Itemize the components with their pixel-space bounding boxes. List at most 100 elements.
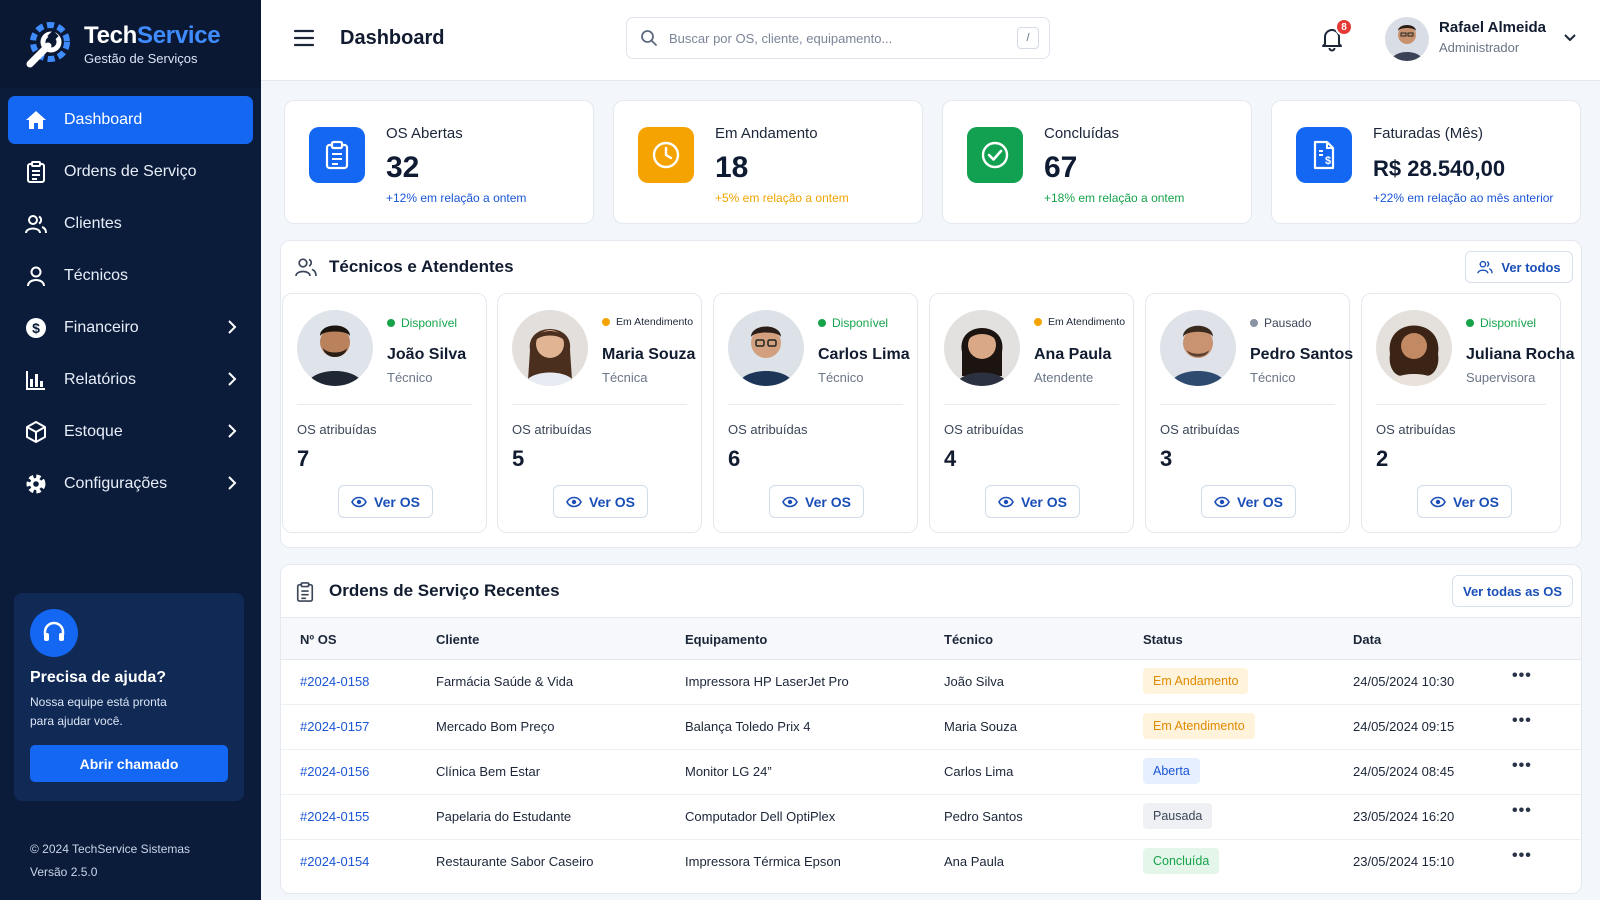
more-options-icon[interactable]: ••• [1512,802,1532,820]
avatar [728,310,804,386]
client-cell: Mercado Bom Preço [436,719,555,734]
status-indicator: Disponível [1466,316,1536,330]
technician-role: Técnico [387,370,433,385]
order-id-link[interactable]: #2024-0154 [300,854,369,869]
invoice-icon: $ [1313,140,1335,170]
order-id-link[interactable]: #2024-0157 [300,719,369,734]
column-header: Técnico [944,632,994,647]
stat-card-open[interactable]: OS Abertas 32 +12% em relação a ontem [284,100,594,224]
table-row[interactable]: #2024-0156 Clínica Bem Estar Monitor LG … [281,750,1581,795]
stat-title: Em Andamento [715,125,818,142]
avatar[interactable] [1385,17,1429,61]
technician-card[interactable]: Pausado Pedro Santos Técnico OS atribuíd… [1145,293,1353,533]
help-text: Nossa equipe está pronta para ajudar voc… [30,695,167,728]
sidebar-item-clientes[interactable]: Clientes [8,200,253,248]
view-all-technicians-button[interactable]: Ver todos [1465,251,1573,283]
stat-value: 67 [1044,151,1078,184]
view-orders-button[interactable]: Ver OS [338,485,433,518]
view-orders-button[interactable]: Ver OS [985,485,1080,518]
sidebar-item-financeiro[interactable]: $ Financeiro [8,304,253,352]
clipboard-icon [296,582,314,602]
stat-card-billed[interactable]: $ Faturadas (Mês) R$ 28.540,00 +22% em r… [1271,100,1581,224]
brand[interactable]: TechService Gestão de Serviços [0,0,261,88]
chevron-down-icon[interactable] [1563,33,1577,43]
more-options-icon[interactable]: ••• [1512,757,1532,775]
column-header: Nº OS [300,632,337,647]
assigned-label: OS atribuídas [1376,422,1456,437]
sidebar-item-estoque[interactable]: Estoque [8,408,253,456]
table-row[interactable]: #2024-0158 Farmácia Saúde & Vida Impress… [281,660,1581,705]
sidebar-item-dashboard[interactable]: Dashboard [8,96,253,144]
panel-title: Técnicos e Atendentes [329,257,514,276]
table-row[interactable]: #2024-0155 Papelaria do Estudante Comput… [281,795,1581,840]
table-row[interactable]: #2024-0154 Restaurante Sabor Caseiro Imp… [281,840,1581,885]
equipment-cell: Balança Toledo Prix 4 [685,719,811,734]
order-id-link[interactable]: #2024-0156 [300,764,369,779]
more-options-icon[interactable]: ••• [1512,712,1532,730]
client-cell: Farmácia Saúde & Vida [436,674,574,689]
stat-note: +18% em relação a ontem [1044,191,1185,205]
copyright-text: © 2024 TechService Sistemas [30,842,191,856]
order-id-link[interactable]: #2024-0155 [300,809,369,824]
stat-note: +5% em relação a ontem [715,191,849,205]
search-input[interactable] [669,27,999,49]
svg-text:$: $ [1325,155,1331,167]
stat-icon-box [309,127,365,183]
stat-card-in-progress[interactable]: Em Andamento 18 +5% em relação a ontem [613,100,923,224]
users-icon [295,258,317,277]
technician-card[interactable]: Disponível Juliana Rocha Supervisora OS … [1361,293,1574,533]
notification-badge: 8 [1335,18,1353,36]
stat-value: 18 [715,151,749,184]
eye-icon [1214,496,1230,507]
technician-card[interactable]: Disponível João Silva Técnico OS atribuí… [282,293,487,533]
column-header: Cliente [436,632,480,647]
sidebar-item-ordens[interactable]: Ordens de Serviço [8,148,253,196]
search-icon [641,30,657,46]
date-cell: 24/05/2024 08:45 [1353,764,1455,779]
search-box[interactable]: / [626,17,1050,59]
order-id-link[interactable]: #2024-0158 [300,674,369,689]
view-orders-button[interactable]: Ver OS [1417,485,1512,518]
more-options-icon[interactable]: ••• [1512,847,1532,865]
client-cell: Clínica Bem Estar [436,764,541,779]
status-indicator: Pausado [1250,316,1311,330]
page-title: Dashboard [340,27,445,49]
stat-title: Faturadas (Mês) [1373,125,1484,142]
user-name[interactable]: Rafael Almeida [1439,19,1546,36]
divider [1376,404,1546,405]
equipment-cell: Monitor LG 24” [685,764,772,779]
sidebar-item-relatorios[interactable]: Relatórios [8,356,253,404]
view-orders-button[interactable]: Ver OS [553,485,648,518]
sidebar-item-tecnicos[interactable]: Técnicos [8,252,253,300]
dollar-icon: $ [24,316,48,340]
sidebar-footer: © 2024 TechService Sistemas Versão 2.5.0 [30,838,190,884]
open-ticket-button[interactable]: Abrir chamado [30,745,228,782]
eye-icon [782,496,798,507]
view-orders-button[interactable]: Ver OS [1201,485,1296,518]
menu-icon[interactable] [293,28,315,48]
view-orders-button[interactable]: Ver OS [769,485,864,518]
technician-card[interactable]: Disponível Carlos Lima Técnico OS atribu… [713,293,918,533]
view-all-orders-button[interactable]: Ver todas as OS [1452,575,1573,607]
technician-card[interactable]: Em Atendimento Ana Paula Atendente OS at… [929,293,1134,533]
sidebar-item-label: Financeiro [64,319,139,336]
technician-cell: Carlos Lima [944,764,1014,779]
column-header: Equipamento [685,632,768,647]
sidebar-item-label: Relatórios [64,371,137,388]
assigned-label: OS atribuídas [297,422,377,437]
status-indicator: Disponível [818,316,888,330]
stat-card-completed[interactable]: Concluídas 67 +18% em relação a ontem [942,100,1252,224]
bar-chart-icon [24,368,48,392]
clipboard-icon [325,140,349,170]
more-options-icon[interactable]: ••• [1512,667,1532,685]
technician-cell: Ana Paula [944,854,1004,869]
stat-value: 32 [386,151,420,184]
chevron-right-icon [228,424,237,438]
technician-card[interactable]: Em Atendimento Maria Souza Técnica OS at… [497,293,702,533]
column-header: Status [1143,632,1183,647]
table-row[interactable]: #2024-0157 Mercado Bom Preço Balança Tol… [281,705,1581,750]
stat-icon-box: $ [1296,127,1352,183]
sidebar-item-configuracoes[interactable]: Configurações [8,460,253,508]
assigned-count: 4 [944,446,957,471]
button-label: Ver todos [1501,259,1561,275]
